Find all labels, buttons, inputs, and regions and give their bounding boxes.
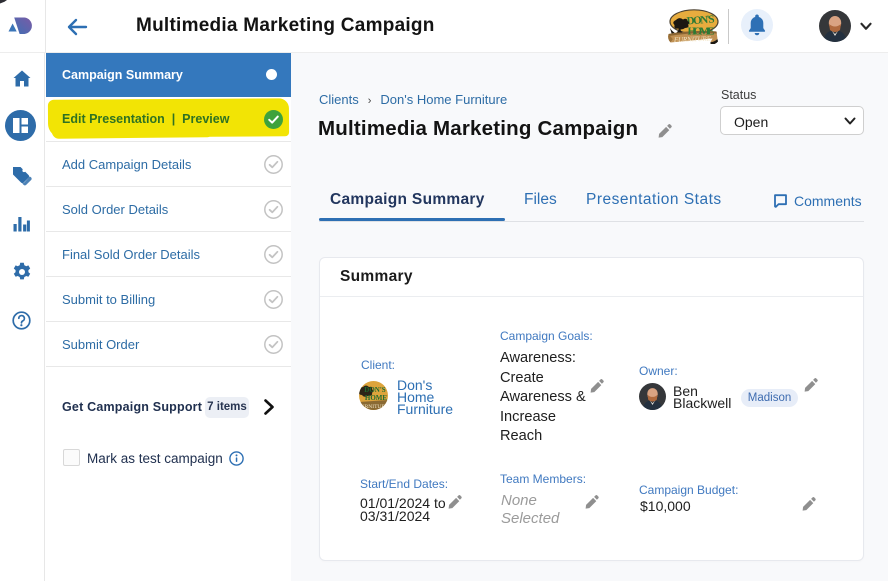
svg-text:FURNITURE: FURNITURE bbox=[673, 35, 712, 44]
svg-text:DON'S: DON'S bbox=[364, 386, 386, 394]
svg-text:FURNITURE: FURNITURE bbox=[359, 404, 388, 410]
